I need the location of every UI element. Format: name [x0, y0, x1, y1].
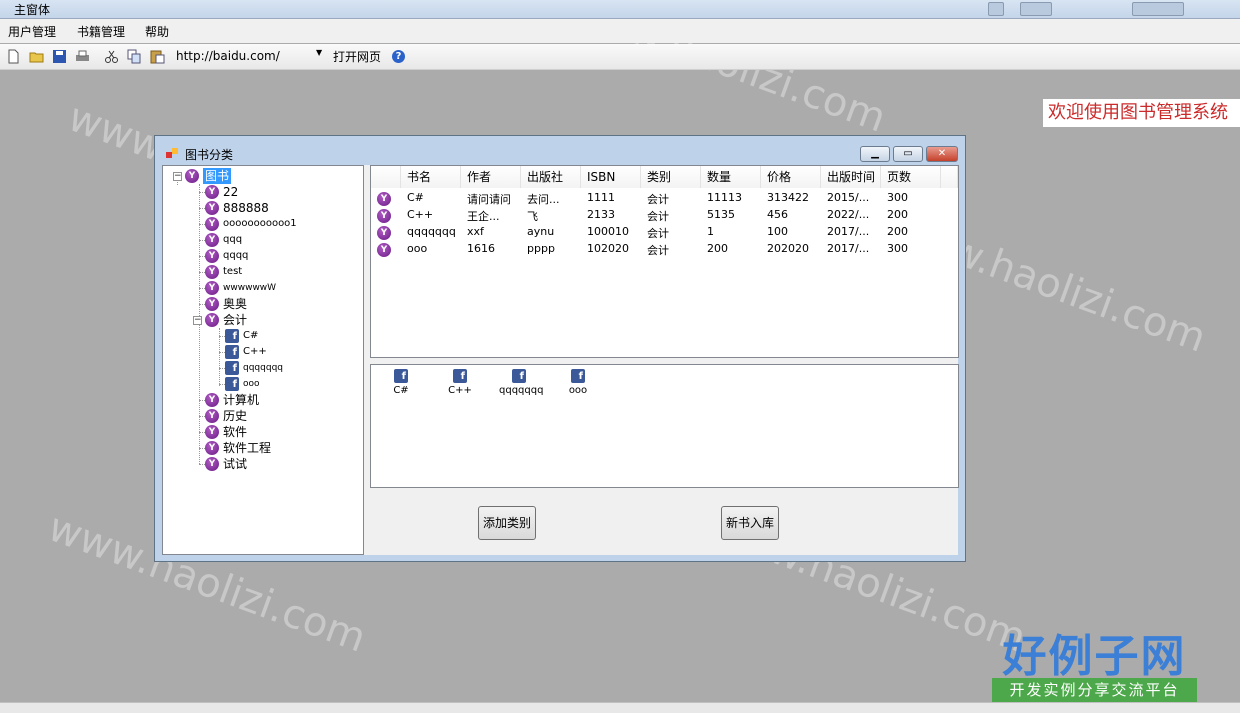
book-icon-item[interactable]: f ooo — [558, 369, 598, 396]
open-folder-icon[interactable] — [29, 49, 44, 64]
book-icon: f — [225, 345, 239, 359]
yahoo-icon: Y — [205, 313, 219, 327]
help-icon[interactable]: ? — [392, 50, 405, 63]
table-row[interactable]: Y C# 请问请问 去问... 1111 会计 11113 313422 201… — [371, 191, 958, 208]
table-row[interactable]: Y C++ 王企... 飞 2133 会计 5135 456 2022/... … — [371, 208, 958, 225]
yahoo-icon: Y — [205, 409, 219, 423]
chevron-down-icon[interactable]: ▼ — [316, 48, 322, 57]
column-header[interactable]: ISBN — [581, 166, 641, 188]
yahoo-icon: Y — [377, 243, 391, 257]
column-header[interactable]: 书名 — [401, 166, 461, 188]
table-row[interactable]: Y qqqqqqq xxf aynu 100010 会计 1 100 2017/… — [371, 225, 958, 242]
book-icon: f — [225, 377, 239, 391]
yahoo-icon: Y — [185, 169, 199, 183]
minimize-button[interactable] — [988, 2, 1004, 16]
yahoo-icon: Y — [377, 192, 391, 206]
yahoo-icon: Y — [205, 393, 219, 407]
book-icon-item[interactable]: f qqqqqqq — [499, 369, 543, 396]
child-maximize-button[interactable]: ▭ — [893, 146, 923, 162]
window-app-icon — [166, 148, 178, 158]
new-file-icon[interactable] — [6, 49, 21, 64]
yahoo-icon: Y — [205, 217, 219, 231]
main-title-bar: 主窗体 — [0, 0, 1240, 19]
menu-bar: 用户管理 书籍管理 帮助 — [0, 19, 1240, 43]
yahoo-icon: Y — [205, 201, 219, 215]
yahoo-icon: Y — [205, 281, 219, 295]
book-icon: f — [512, 369, 526, 383]
status-bar — [0, 702, 1240, 713]
column-header[interactable]: 数量 — [701, 166, 761, 188]
yahoo-icon: Y — [205, 265, 219, 279]
paste-icon[interactable] — [150, 49, 165, 64]
menu-book-management[interactable]: 书籍管理 — [77, 23, 125, 40]
book-icon: f — [225, 361, 239, 375]
column-header-filler — [941, 166, 958, 188]
book-list-view[interactable]: 书名 作者 出版社 ISBN 类别 数量 价格 出版时间 页数 Y C# 请问请… — [370, 165, 959, 358]
book-icon-item[interactable]: f C++ — [440, 369, 480, 396]
book-icon: f — [394, 369, 408, 383]
yahoo-icon: Y — [205, 185, 219, 199]
column-header[interactable]: 价格 — [761, 166, 821, 188]
book-icon-view[interactable]: f C# f C++ f qqqqqqq f ooo — [370, 364, 959, 488]
tree-collapse-toggle[interactable]: − — [193, 316, 202, 325]
category-tree[interactable]: − Y 图书 Y 22 Y 888888 Yooooooooooo1 Yqqq Yq… — [162, 165, 364, 555]
menu-user-management[interactable]: 用户管理 — [8, 23, 56, 40]
add-category-button[interactable]: 添加类别 — [478, 506, 536, 540]
window-title: 主窗体 — [14, 3, 51, 17]
child-minimize-button[interactable]: ▁ — [860, 146, 890, 162]
column-header[interactable]: 类别 — [641, 166, 701, 188]
yahoo-icon: Y — [205, 249, 219, 263]
welcome-label: 欢迎使用图书管理系统 — [1043, 99, 1240, 127]
tree-collapse-toggle[interactable]: − — [173, 172, 182, 181]
book-icon: f — [453, 369, 467, 383]
yahoo-icon: Y — [205, 457, 219, 471]
child-window-title: 图书分类 — [185, 148, 234, 162]
book-category-window: 图书分类 ▁ ▭ ✕ − Y 图书 Y 22 Y 888888 Y oooooo… — [154, 135, 966, 562]
copy-icon[interactable] — [127, 49, 142, 64]
yahoo-icon: Y — [205, 441, 219, 455]
child-client-area: − Y 图书 Y 22 Y 888888 Yooooooooooo1 Yqqq Yq… — [162, 165, 959, 555]
url-combobox[interactable]: http://baidu.com/ — [176, 47, 326, 65]
cut-icon[interactable] — [104, 49, 119, 64]
column-header[interactable]: 出版时间 — [821, 166, 881, 188]
column-header[interactable]: 作者 — [461, 166, 521, 188]
open-page-button[interactable]: 打开网页 — [333, 48, 381, 65]
book-icon: f — [571, 369, 585, 383]
toolbar: http://baidu.com/ ▼ 打开网页 ? — [0, 44, 1240, 70]
book-icon: f — [225, 329, 239, 343]
yahoo-icon: Y — [377, 226, 391, 240]
column-header-icon[interactable] — [371, 166, 401, 188]
book-icon-item[interactable]: f C# — [381, 369, 421, 396]
column-header[interactable]: 出版社 — [521, 166, 581, 188]
maximize-button[interactable] — [1020, 2, 1052, 16]
site-logo: 好例子网 开发实例分享交流平台 — [992, 620, 1197, 704]
menu-help[interactable]: 帮助 — [145, 23, 169, 40]
yahoo-icon: Y — [205, 297, 219, 311]
new-book-button[interactable]: 新书入库 — [721, 506, 779, 540]
child-close-button[interactable]: ✕ — [926, 146, 958, 162]
print-icon[interactable] — [75, 49, 90, 64]
table-row[interactable]: Y ooo 1616 pppp 102020 会计 200 202020 201… — [371, 242, 958, 259]
yahoo-icon: Y — [205, 233, 219, 247]
yahoo-icon: Y — [377, 209, 391, 223]
column-header[interactable]: 页数 — [881, 166, 941, 188]
restore-button[interactable] — [1132, 2, 1184, 16]
save-icon[interactable] — [52, 49, 67, 64]
yahoo-icon: Y — [205, 425, 219, 439]
